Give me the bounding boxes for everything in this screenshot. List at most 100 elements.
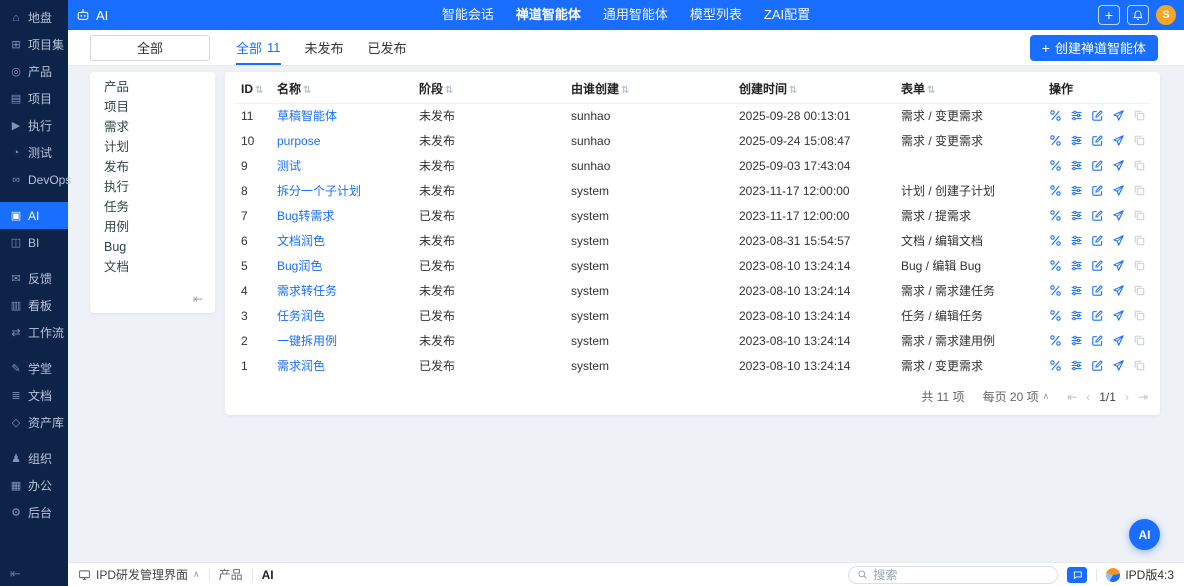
test-icon[interactable] [1049,284,1062,297]
sidebar-item-execution[interactable]: ▶执行 [0,112,68,139]
sidebar-item-devops[interactable]: ∞DevOps [0,166,68,193]
edit-icon[interactable] [1091,359,1104,372]
sidebar-item-ai[interactable]: ▣AI [0,202,68,229]
sidebar-item-home[interactable]: ⌂地盘 [0,4,68,31]
module-item-bug[interactable]: Bug [90,237,215,257]
version-info[interactable]: IPD版4:3 [1106,566,1174,583]
ai-assistant-button[interactable]: AI [1129,519,1160,550]
tab-all[interactable]: 全部11 [236,30,281,65]
edit-icon[interactable] [1091,134,1104,147]
nav-item-zentao-agents[interactable]: 禅道智能体 [505,0,592,30]
column-header-form[interactable]: 表单⇅ [895,75,1043,103]
last-page-icon[interactable]: ⇥ [1138,390,1148,404]
module-item-project[interactable]: 项目 [90,97,215,117]
agent-name-link[interactable]: 文档润色 [277,234,325,248]
settings-icon[interactable] [1070,234,1083,247]
add-button[interactable]: + [1098,5,1120,25]
publish-icon[interactable] [1112,109,1125,122]
settings-icon[interactable] [1070,309,1083,322]
publish-icon[interactable] [1112,134,1125,147]
settings-icon[interactable] [1070,359,1083,372]
module-item-release[interactable]: 发布 [90,157,215,177]
sidebar-item-admin[interactable]: ⚙后台 [0,499,68,526]
nav-item-models[interactable]: 模型列表 [679,0,753,30]
agent-name-link[interactable]: purpose [277,134,320,148]
sidebar-item-project[interactable]: ▤项目 [0,85,68,112]
sidebar-item-product[interactable]: ◎产品 [0,58,68,85]
avatar[interactable]: S [1156,5,1176,25]
column-header-name[interactable]: 名称⇅ [271,75,413,103]
column-header-stage[interactable]: 阶段⇅ [413,75,565,103]
module-item-task[interactable]: 任务 [90,197,215,217]
test-icon[interactable] [1049,109,1062,122]
app-entry[interactable]: AI [76,8,108,23]
edit-icon[interactable] [1091,334,1104,347]
agent-name-link[interactable]: 拆分一个子计划 [277,184,361,198]
settings-icon[interactable] [1070,184,1083,197]
module-item-plan[interactable]: 计划 [90,137,215,157]
test-icon[interactable] [1049,234,1062,247]
module-item-execution[interactable]: 执行 [90,177,215,197]
test-icon[interactable] [1049,259,1062,272]
sort-icon[interactable]: ⇅ [927,85,935,96]
module-item-doc[interactable]: 文档 [90,257,215,277]
test-icon[interactable] [1049,159,1062,172]
publish-icon[interactable] [1112,159,1125,172]
edit-icon[interactable] [1091,109,1104,122]
sidebar-item-feedback[interactable]: ✉反馈 [0,265,68,292]
sidebar-item-org[interactable]: ♟组织 [0,445,68,472]
prev-page-icon[interactable]: ‹ [1086,390,1090,404]
test-icon[interactable] [1049,134,1062,147]
test-icon[interactable] [1049,309,1062,322]
next-page-icon[interactable]: › [1125,390,1129,404]
sidebar-item-bi[interactable]: ◫BI [0,229,68,256]
sort-icon[interactable]: ⇅ [255,85,263,96]
breadcrumb-product[interactable]: 产品 [219,566,243,583]
sidebar-collapse-button[interactable]: ⇤ [0,562,68,586]
agent-name-link[interactable]: 任务润色 [277,309,325,323]
edit-icon[interactable] [1091,309,1104,322]
search-box[interactable] [848,566,1058,584]
nav-item-chat[interactable]: 智能会话 [431,0,505,30]
column-header-created[interactable]: 创建时间⇅ [733,75,895,103]
sidebar-item-workflow[interactable]: ⇄工作流 [0,319,68,346]
settings-icon[interactable] [1070,284,1083,297]
nav-item-general-agents[interactable]: 通用智能体 [592,0,679,30]
module-item-case[interactable]: 用例 [90,217,215,237]
publish-icon[interactable] [1112,209,1125,222]
sort-icon[interactable]: ⇅ [303,85,311,96]
module-item-story[interactable]: 需求 [90,117,215,137]
agent-name-link[interactable]: 测试 [277,159,301,173]
sort-icon[interactable]: ⇅ [789,85,797,96]
agent-name-link[interactable]: Bug润色 [277,259,322,273]
publish-icon[interactable] [1112,259,1125,272]
nav-item-zai-config[interactable]: ZAI配置 [753,0,821,30]
search-input[interactable] [873,568,1049,582]
publish-icon[interactable] [1112,284,1125,297]
settings-icon[interactable] [1070,109,1083,122]
edit-icon[interactable] [1091,234,1104,247]
publish-icon[interactable] [1112,234,1125,247]
agent-name-link[interactable]: 需求润色 [277,359,325,373]
sidebar-item-office[interactable]: ▦办公 [0,472,68,499]
edit-icon[interactable] [1091,159,1104,172]
publish-icon[interactable] [1112,359,1125,372]
test-icon[interactable] [1049,334,1062,347]
test-icon[interactable] [1049,359,1062,372]
module-sidebar-collapse[interactable]: ⇤ [90,285,215,313]
sidebar-item-program[interactable]: ⊞项目集 [0,31,68,58]
first-page-icon[interactable]: ⇤ [1067,390,1077,404]
workspace-switcher[interactable]: IPD研发管理界面 ∧ [78,566,200,583]
column-header-id[interactable]: ID⇅ [235,75,271,103]
sidebar-item-qa[interactable]: ◔测试 [0,139,68,166]
edit-icon[interactable] [1091,209,1104,222]
feedback-chat-button[interactable] [1067,567,1087,583]
edit-icon[interactable] [1091,184,1104,197]
tab-unpublished[interactable]: 未发布 [305,30,344,65]
test-icon[interactable] [1049,209,1062,222]
scope-select[interactable]: 全部 [90,35,210,61]
settings-icon[interactable] [1070,159,1083,172]
publish-icon[interactable] [1112,334,1125,347]
publish-icon[interactable] [1112,184,1125,197]
per-page-select[interactable]: 每页 20 项 ∧ [983,388,1050,405]
